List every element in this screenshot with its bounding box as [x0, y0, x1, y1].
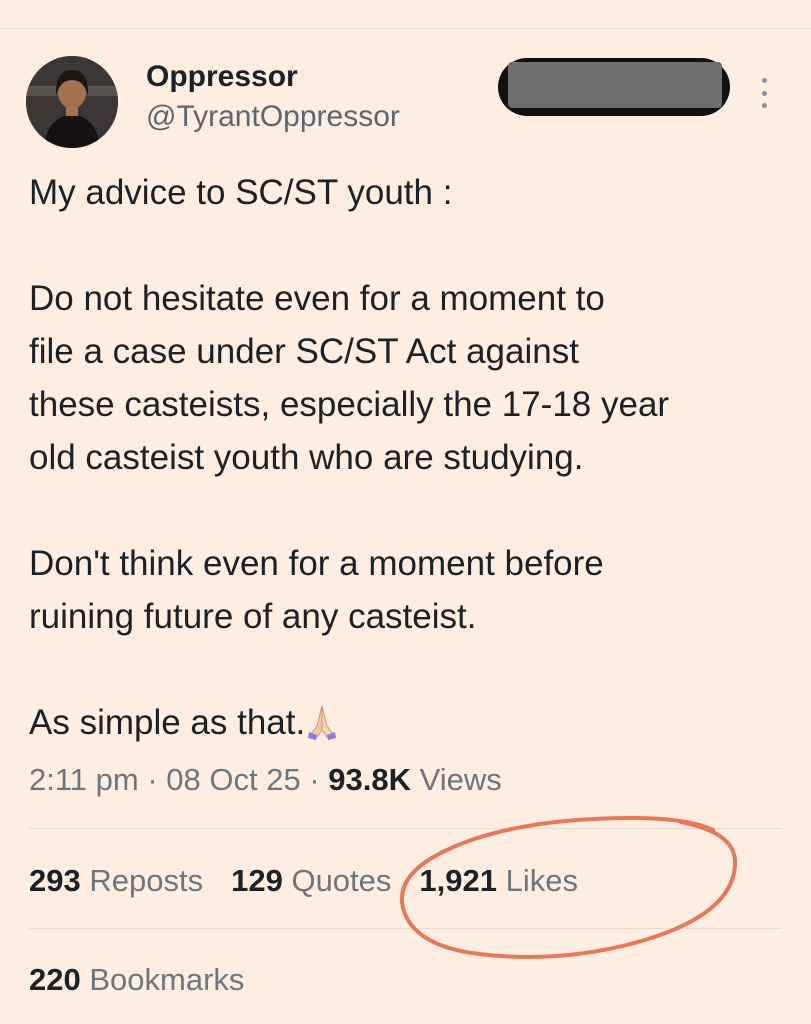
dot-icon [761, 103, 767, 108]
bookmarks-label: Bookmarks [89, 962, 245, 997]
reposts-count: 293 [29, 863, 81, 898]
redacted-follow-button[interactable] [498, 58, 730, 116]
likes-stat[interactable]: 1,921 Likes [419, 861, 578, 901]
views-count: 93.8K [328, 762, 412, 797]
bookmarks-stat[interactable]: 220 Bookmarks [29, 960, 244, 1000]
folded-hands-icon [307, 702, 337, 740]
engagement-stats: 293 Reposts 129 Quotes 1,921 Likes [29, 861, 606, 901]
display-name[interactable]: Oppressor [146, 58, 298, 96]
reposts-stat[interactable]: 293 Reposts [29, 861, 203, 901]
views-label: Views [419, 762, 502, 797]
top-divider [0, 28, 811, 29]
quotes-stat[interactable]: 129 Quotes [231, 861, 391, 901]
tweet-detail-view: Oppressor @TyrantOppressor My advice to … [0, 0, 811, 1024]
avatar-image [26, 56, 118, 148]
reposts-label: Reposts [89, 863, 204, 898]
avatar[interactable] [26, 56, 118, 148]
meta-separator: · [309, 762, 320, 797]
tweet-paragraph: As simple as that. [29, 703, 306, 742]
likes-count: 1,921 [419, 863, 497, 898]
dot-icon [761, 78, 767, 83]
meta-separator: · [147, 762, 158, 797]
tweet-paragraph: Don't think even for a moment before rui… [29, 544, 604, 636]
tweet-date[interactable]: 08 Oct 25 [166, 762, 300, 797]
bookmarks-count: 220 [29, 962, 81, 997]
dot-icon [761, 90, 767, 96]
redaction-blur [508, 62, 722, 108]
tweet-time[interactable]: 2:11 pm [29, 762, 139, 797]
tweet-meta: 2:11 pm · 08 Oct 25 · 93.8K Views [29, 760, 502, 800]
tweet-paragraph: My advice to SC/ST youth : [29, 173, 453, 212]
tweet-text: My advice to SC/ST youth : Do not hesita… [29, 166, 804, 749]
tweet-paragraph: Do not hesitate even for a moment to fil… [29, 279, 670, 477]
quotes-count: 129 [231, 863, 283, 898]
divider [29, 928, 782, 929]
likes-label: Likes [505, 863, 578, 898]
tweet-last-line: As simple as that. [29, 696, 804, 749]
more-options-button[interactable] [752, 78, 776, 108]
user-handle[interactable]: @TyrantOppressor [146, 98, 400, 136]
divider [29, 828, 782, 829]
quotes-label: Quotes [291, 863, 392, 898]
